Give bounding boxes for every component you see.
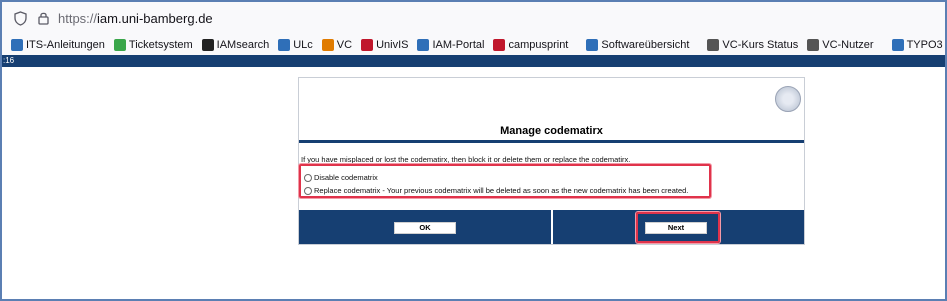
info-text: If you have misplaced or lost the codema… bbox=[301, 155, 631, 164]
bookmark-label: Softwareübersicht bbox=[601, 38, 690, 51]
address-bar[interactable]: https://iam.uni-bamberg.de bbox=[2, 2, 945, 34]
button-bar: OK Next bbox=[299, 210, 804, 244]
bookmark-label: VC-Nutzer bbox=[822, 38, 874, 51]
gear-icon bbox=[11, 38, 23, 51]
univis-icon bbox=[361, 38, 374, 51]
bookmarks-bar: ITS-Anleitungen Ticketsystem IAMsearch ULc V… bbox=[2, 34, 945, 55]
site-header-strip: :16 bbox=[2, 55, 945, 67]
iam-icon bbox=[201, 38, 214, 51]
bookmark-label: IAM-Portal bbox=[432, 38, 485, 51]
bookmark-item[interactable]: IAMsearch bbox=[201, 38, 270, 51]
bookmark-item[interactable]: VC bbox=[321, 38, 353, 51]
bookmark-item[interactable]: Softwareübersicht bbox=[586, 38, 690, 51]
lock-icon[interactable] bbox=[38, 11, 49, 25]
bookmark-label: VC-Kurs Status bbox=[722, 38, 799, 51]
options-highlight-box bbox=[299, 164, 711, 198]
bookmark-item[interactable]: IAM-Portal bbox=[417, 38, 485, 51]
gear-icon bbox=[586, 38, 599, 51]
manage-codematrix-dialog: Manage codematirx If you have misplaced … bbox=[298, 77, 805, 245]
bookmark-item[interactable]: ULc bbox=[278, 38, 313, 51]
url-host: iam.uni-bamberg.de bbox=[97, 11, 213, 26]
ok-button[interactable]: OK bbox=[394, 222, 456, 234]
bookmark-label: TYPO3 bbox=[906, 38, 943, 51]
button-bar-divider bbox=[551, 210, 553, 244]
bookmark-item[interactable]: TYPO3 bbox=[891, 38, 943, 51]
bookmark-item[interactable]: campusprint bbox=[493, 38, 569, 51]
title-divider bbox=[299, 140, 804, 143]
gear-icon bbox=[891, 38, 904, 51]
globe-icon bbox=[807, 38, 820, 51]
bookmark-label: ULc bbox=[293, 38, 313, 51]
globe-icon bbox=[707, 38, 720, 51]
bookmark-label: IAMsearch bbox=[216, 38, 270, 51]
bookmark-item[interactable]: UnivIS bbox=[361, 38, 409, 51]
url-scheme: https:// bbox=[58, 11, 98, 26]
shield-icon[interactable] bbox=[14, 11, 27, 26]
header-time-fragment: :16 bbox=[3, 56, 15, 65]
bookmark-label: UnivIS bbox=[376, 38, 409, 51]
url-text[interactable]: https://iam.uni-bamberg.de bbox=[58, 11, 213, 26]
bookmark-label: campusprint bbox=[508, 38, 569, 51]
bookmark-label: ITS-Anleitungen bbox=[26, 38, 105, 51]
bookmark-item[interactable]: ITS-Anleitungen bbox=[11, 38, 105, 51]
bookmark-item[interactable]: VC-Kurs Status bbox=[707, 38, 799, 51]
bookmark-item[interactable]: Ticketsystem bbox=[113, 38, 193, 51]
vc-icon bbox=[321, 38, 334, 51]
ticket-icon bbox=[113, 38, 126, 51]
screenshot-frame: https://iam.uni-bamberg.de ITS-Anleitung… bbox=[0, 0, 947, 301]
campusprint-icon bbox=[493, 38, 506, 51]
dialog-title: Manage codematirx bbox=[500, 125, 603, 137]
bookmark-label: VC bbox=[336, 38, 353, 51]
bookmark-label: Ticketsystem bbox=[128, 38, 193, 51]
gear-icon bbox=[278, 38, 291, 51]
gear-icon bbox=[417, 38, 430, 51]
next-highlight-box bbox=[636, 212, 720, 243]
bookmark-item[interactable]: VC-Nutzer bbox=[807, 38, 874, 51]
university-seal-icon bbox=[775, 86, 801, 112]
